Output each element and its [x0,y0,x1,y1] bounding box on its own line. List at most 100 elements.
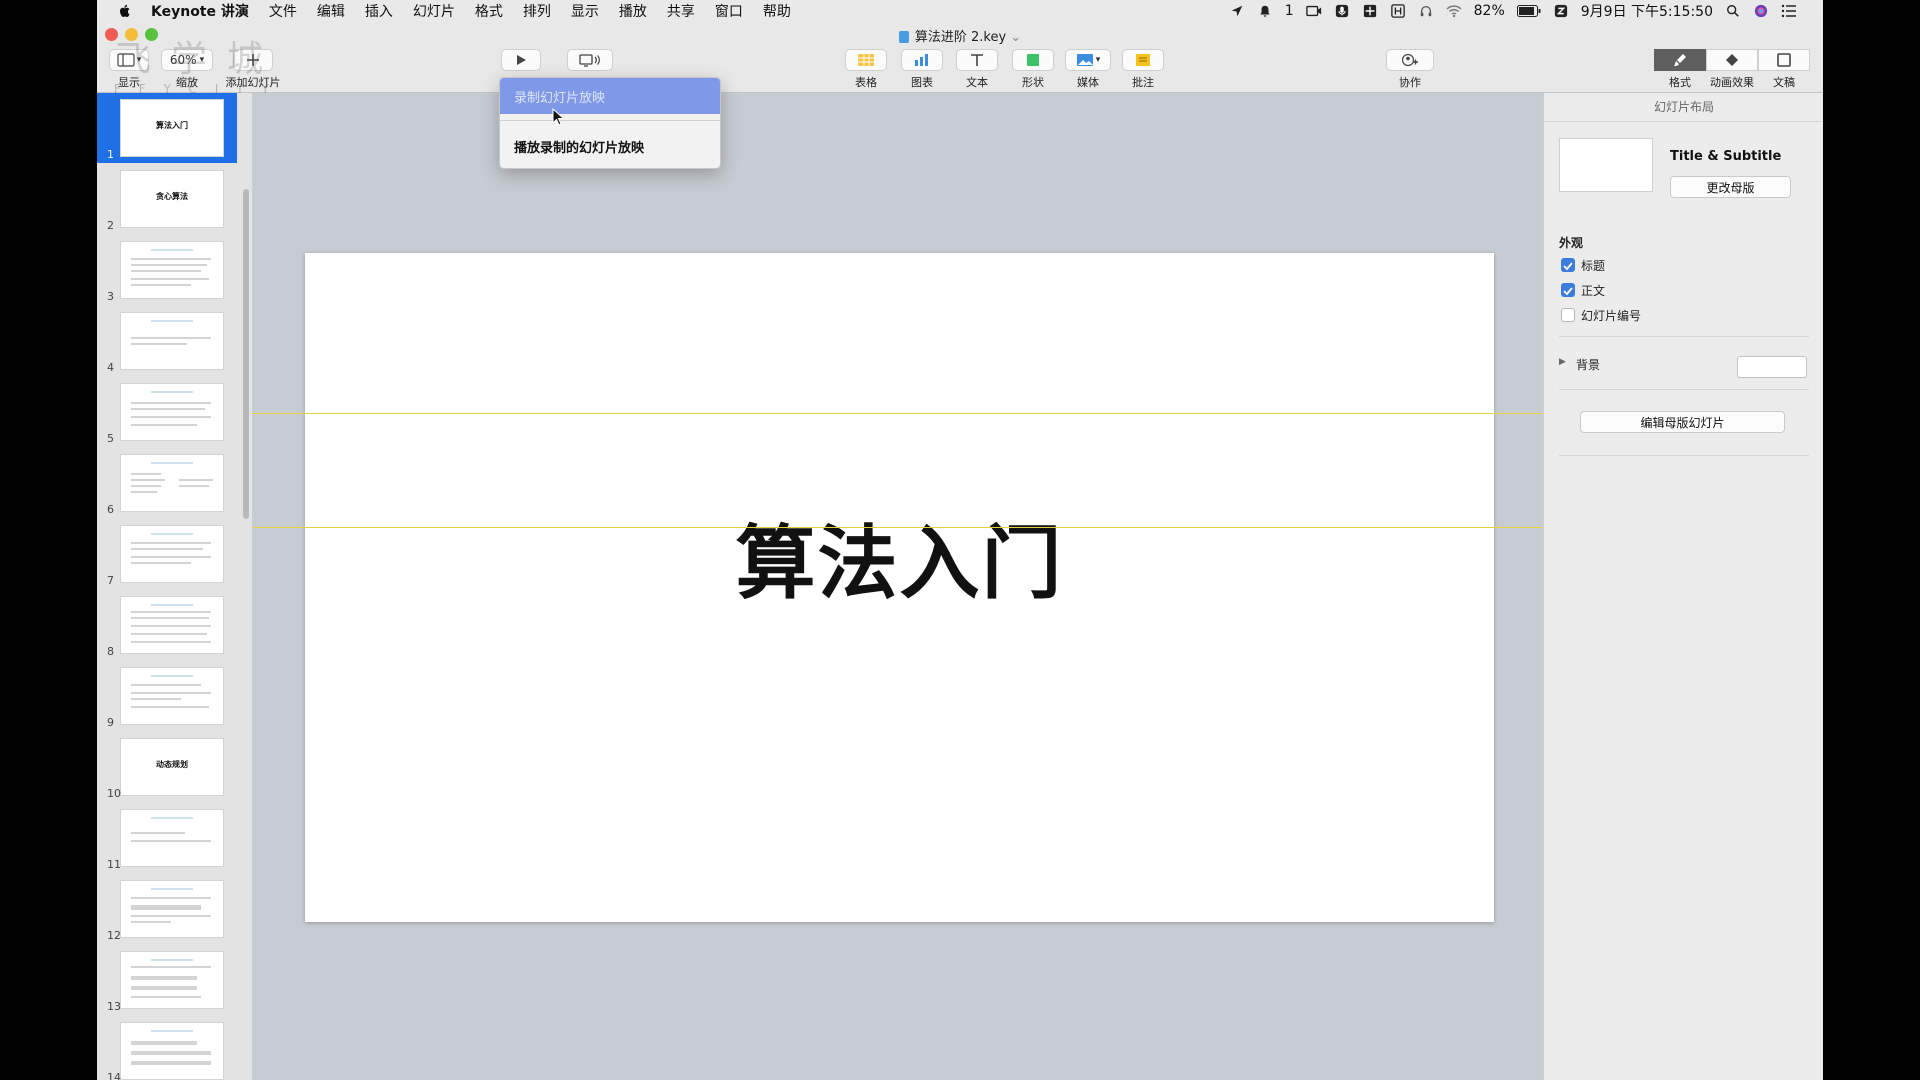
thumbnail-preview [120,241,224,299]
checkmark-icon [1563,287,1573,296]
location-icon[interactable] [1229,4,1245,18]
slide-number: 9 [107,716,114,729]
inspector-segmented-control [1654,49,1810,71]
slide-canvas[interactable]: 算法入门 [253,93,1542,1080]
title-checkbox[interactable] [1561,258,1575,272]
chart-tool[interactable]: 图表 [901,49,943,90]
document-tab[interactable] [1758,49,1810,71]
microphone-icon[interactable] [1334,4,1350,18]
battery-icon[interactable] [1516,5,1541,17]
collaborate-tool[interactable]: 协作 [1386,49,1434,90]
clock[interactable]: 9月9日 下午5:15:50 [1581,1,1713,21]
notification-center-icon[interactable] [1781,4,1797,18]
body-checkbox[interactable] [1561,283,1575,297]
chart-button[interactable] [901,49,943,71]
menu-app-name[interactable]: Keynote 讲演 [151,1,249,21]
body-option-label: 正文 [1581,284,1606,298]
menu-play[interactable]: 播放 [619,1,647,21]
play-button[interactable] [501,49,541,71]
comment-tool[interactable]: 批注 [1122,49,1164,90]
disclosure-triangle-icon[interactable]: ▶ [1559,357,1566,367]
text-button[interactable] [956,49,998,71]
shape-icon [1027,54,1039,66]
bell-icon[interactable] [1257,4,1273,18]
slide-thumbnail-9[interactable]: 9 [97,661,237,731]
menu-arrange[interactable]: 排列 [523,1,551,21]
menu-window[interactable]: 窗口 [715,1,743,21]
menu-help[interactable]: 帮助 [763,1,791,21]
menu-file[interactable]: 文件 [269,1,297,21]
grid-app-icon[interactable] [1362,4,1378,18]
media-tool[interactable]: ▾ 媒体 [1065,49,1111,90]
play-control[interactable] [501,49,541,71]
slide-number: 14 [107,1071,121,1080]
slide-thumbnail-3[interactable]: 3 [97,235,237,305]
comment-button[interactable] [1122,49,1164,71]
menu-share[interactable]: 共享 [667,1,695,21]
slide-title[interactable]: 算法入门 [305,499,1494,615]
watermark-subtitle: LUFFYCITY [97,82,287,96]
apple-icon[interactable] [117,3,133,19]
slide-thumbnail-14[interactable]: 14 [97,1016,237,1080]
menu-item-record-slideshow[interactable]: 录制幻灯片放映 [500,78,720,114]
slide-number: 5 [107,432,114,445]
slide-thumbnail-10[interactable]: 动态规划 10 [97,732,237,802]
siri-icon[interactable] [1753,4,1769,18]
input-method-icon[interactable] [1390,4,1406,18]
change-master-button[interactable]: 更改母版 [1670,176,1791,198]
slide-number: 8 [107,645,114,658]
slide-thumbnail-5[interactable]: 5 [97,377,237,447]
battery-percent: 82% [1473,3,1505,19]
spotlight-search-icon[interactable] [1725,4,1741,18]
notification-count: 1 [1284,3,1294,19]
keynote-live-control[interactable] [567,49,613,71]
slide-thumbnail-13[interactable]: 13 [97,945,237,1015]
sync-app-icon[interactable] [1553,4,1569,18]
title-chevron-icon[interactable]: ⌄ [1010,30,1021,45]
slide[interactable]: 算法入门 [305,253,1494,922]
slide-thumbnail-4[interactable]: 4 [97,306,237,376]
text-icon [971,54,983,66]
screen-record-icon[interactable] [1305,4,1322,18]
format-tab[interactable] [1654,49,1706,71]
slide-thumbnail-12[interactable]: 12 [97,874,237,944]
shape-tool[interactable]: 形状 [1012,49,1054,90]
menu-format[interactable]: 格式 [475,1,503,21]
inspector-divider [1559,336,1809,337]
slide-navigator[interactable]: 算法入门 1 贪心算法 2 3 4 5 6 7 8 9 动态规划 10 11 1… [97,93,253,1080]
layout-thumbnail[interactable] [1559,138,1653,192]
navigator-scrollbar[interactable] [243,189,249,519]
collaborate-button[interactable] [1386,49,1434,71]
menu-edit[interactable]: 编辑 [317,1,345,21]
media-button[interactable]: ▾ [1065,49,1111,71]
wifi-icon[interactable] [1446,4,1462,18]
slide-thumbnail-2[interactable]: 贪心算法 2 [97,164,237,234]
slide-thumbnail-8[interactable]: 8 [97,590,237,660]
animate-tab[interactable] [1706,49,1758,71]
edit-master-slide-button[interactable]: 编辑母版幻灯片 [1580,411,1785,433]
thumbnail-preview [120,880,224,938]
comment-label: 批注 [1132,76,1154,89]
background-color-well[interactable] [1737,356,1807,378]
menu-view[interactable]: 显示 [571,1,599,21]
menu-insert[interactable]: 插入 [365,1,393,21]
slide-number: 3 [107,290,114,303]
keynote-live-button[interactable] [567,49,613,71]
shape-label: 形状 [1022,76,1044,89]
table-button[interactable] [845,49,887,71]
text-tool[interactable]: 文本 [956,49,998,90]
shape-button[interactable] [1012,49,1054,71]
play-icon [517,55,526,65]
table-tool[interactable]: 表格 [845,49,887,90]
background-label[interactable]: 背景 [1576,356,1600,373]
slide-thumbnail-7[interactable]: 7 [97,519,237,589]
alignment-guide-top [253,413,1542,414]
slide-number: 4 [107,361,114,374]
slide-thumbnail-1[interactable]: 算法入门 1 [97,93,237,163]
slide-thumbnail-11[interactable]: 11 [97,803,237,873]
headphones-icon[interactable] [1418,4,1434,18]
slide-thumbnail-6[interactable]: 6 [97,448,237,518]
menu-slide[interactable]: 幻灯片 [413,1,455,21]
menu-item-play-recorded-slideshow[interactable]: 播放录制的幻灯片放映 [500,128,720,164]
slide-number-checkbox[interactable] [1561,308,1575,322]
